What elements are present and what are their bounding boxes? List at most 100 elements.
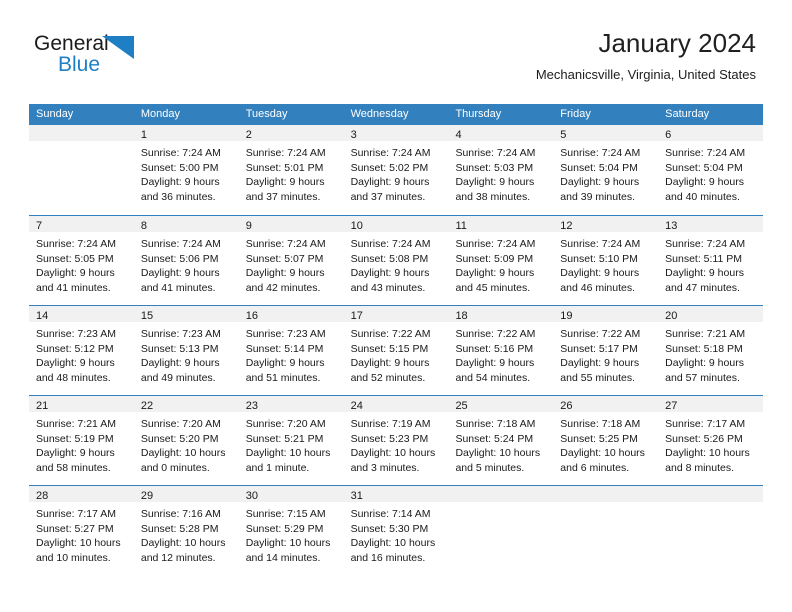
day-number-strip: 13 (658, 216, 764, 232)
day-detail-line: Sunrise: 7:24 AM (350, 147, 431, 159)
day-number-strip: 14 (29, 306, 134, 322)
day-detail-line: and 5 minutes. (455, 461, 525, 474)
day-cell-20[interactable]: 20 Sunrise: 7:21 AM Sunset: 5:18 PM Dayligh… (658, 306, 764, 395)
day-detail-line: Sunset: 5:28 PM (140, 522, 219, 535)
day-detail-line: and 42 minutes. (245, 281, 321, 294)
day-detail-line: Sunset: 5:06 PM (140, 252, 219, 265)
day-detail-line: Sunrise: 7:23 AM (245, 328, 326, 340)
day-detail-line: Sunrise: 7:16 AM (140, 508, 221, 520)
day-cell-5[interactable]: 5 Sunrise: 7:24 AM Sunset: 5:04 PM Daylight… (553, 125, 659, 215)
day-cell-28[interactable]: 28 Sunrise: 7:17 AM Sunset: 5:27 PM Dayligh… (29, 486, 134, 575)
day-cell-11[interactable]: 11 Sunrise: 7:24 AM Sunset: 5:09 PM Dayligh… (448, 216, 554, 305)
day-detail-line: and 36 minutes. (140, 190, 216, 203)
day-cell-25[interactable]: 25 Sunrise: 7:18 AM Sunset: 5:24 PM Dayligh… (448, 396, 554, 485)
day-cell-details: Sunrise: 7:21 AM Sunset: 5:19 PM Daylight:… (29, 412, 134, 475)
day-cell-4[interactable]: 4 Sunrise: 7:24 AM Sunset: 5:03 PM Daylight… (448, 125, 554, 215)
day-cell-30[interactable]: 30 Sunrise: 7:15 AM Sunset: 5:29 PM Dayligh… (238, 486, 344, 575)
day-cell-10[interactable]: 10 Sunrise: 7:24 AM Sunset: 5:08 PM Dayligh… (343, 216, 449, 305)
day-cell-7[interactable]: 7 Sunrise: 7:24 AM Sunset: 5:05 PM Daylight… (29, 216, 134, 305)
day-cell-17[interactable]: 17 Sunrise: 7:22 AM Sunset: 5:15 PM Dayligh… (343, 306, 449, 395)
day-detail-line: Sunset: 5:14 PM (245, 342, 324, 355)
day-detail-line: Sunset: 5:11 PM (665, 252, 743, 265)
day-number: 24 (350, 400, 363, 412)
day-cell-9[interactable]: 9 Sunrise: 7:24 AM Sunset: 5:07 PM Daylight… (238, 216, 344, 305)
day-number-strip: 11 (448, 216, 554, 232)
day-number: 6 (665, 129, 672, 141)
day-cell-1[interactable]: 1 Sunrise: 7:24 AM Sunset: 5:00 PM Daylight… (133, 125, 239, 215)
day-cell-27[interactable]: 27 Sunrise: 7:17 AM Sunset: 5:26 PM Dayligh… (658, 396, 764, 485)
day-detail-line: and 8 minutes. (665, 461, 735, 474)
day-cell-details: Sunrise: 7:24 AM Sunset: 5:04 PM Daylight:… (658, 141, 763, 204)
day-cell-26[interactable]: 26 Sunrise: 7:18 AM Sunset: 5:25 PM Dayligh… (553, 396, 659, 485)
day-detail-line: Daylight: 9 hours (140, 357, 220, 369)
day-cell-3[interactable]: 3 Sunrise: 7:24 AM Sunset: 5:02 PM Daylight… (343, 125, 449, 215)
day-cell-18[interactable]: 18 Sunrise: 7:22 AM Sunset: 5:16 PM Dayligh… (448, 306, 554, 395)
day-detail-line: Sunrise: 7:18 AM (560, 418, 641, 430)
title-block: January 2024 Mechanicsville, Virginia, U… (536, 28, 756, 83)
day-number-strip: 21 (29, 396, 134, 412)
day-cell-23[interactable]: 23 Sunrise: 7:20 AM Sunset: 5:21 PM Dayligh… (238, 396, 344, 485)
day-detail-line: Sunset: 5:16 PM (455, 342, 534, 355)
day-detail-line: Daylight: 10 hours (665, 447, 750, 459)
day-cell-8[interactable]: 8 Sunrise: 7:24 AM Sunset: 5:06 PM Daylight… (133, 216, 239, 305)
page-subtitle: Mechanicsville, Virginia, United States (535, 67, 756, 82)
calendar-week-row: 14 Sunrise: 7:23 AM Sunset: 5:12 PM Dayligh… (29, 305, 764, 395)
day-cell-14[interactable]: 14 Sunrise: 7:23 AM Sunset: 5:12 PM Dayligh… (29, 306, 134, 395)
day-cell-15[interactable]: 15 Sunrise: 7:23 AM Sunset: 5:13 PM Dayligh… (133, 306, 239, 395)
day-number-strip: 10 (343, 216, 449, 232)
day-detail-line: Sunset: 5:00 PM (140, 161, 219, 174)
day-detail-line: Sunset: 5:24 PM (455, 432, 534, 445)
day-detail-line: Sunrise: 7:24 AM (140, 147, 221, 159)
day-cell-24[interactable]: 24 Sunrise: 7:19 AM Sunset: 5:23 PM Dayligh… (343, 396, 449, 485)
day-cell-22[interactable]: 22 Sunrise: 7:20 AM Sunset: 5:20 PM Dayligh… (133, 396, 239, 485)
day-number-strip: 26 (553, 396, 659, 412)
day-cell-empty (448, 486, 554, 575)
day-cell-12[interactable]: 12 Sunrise: 7:24 AM Sunset: 5:10 PM Dayligh… (553, 216, 659, 305)
day-detail-line: Sunrise: 7:15 AM (245, 508, 326, 520)
day-cell-details: Sunrise: 7:22 AM Sunset: 5:15 PM Daylight:… (344, 322, 449, 385)
day-detail-line: Daylight: 9 hours (455, 176, 535, 188)
day-number-strip: 6 (658, 125, 764, 141)
day-detail-line: and 12 minutes. (140, 551, 216, 564)
day-cell-31[interactable]: 31 Sunrise: 7:14 AM Sunset: 5:30 PM Dayligh… (343, 486, 449, 575)
day-cell-16[interactable]: 16 Sunrise: 7:23 AM Sunset: 5:14 PM Dayligh… (238, 306, 344, 395)
day-cell-21[interactable]: 21 Sunrise: 7:21 AM Sunset: 5:19 PM Dayligh… (29, 396, 134, 485)
day-cell-details: Sunrise: 7:15 AM Sunset: 5:29 PM Daylight:… (239, 502, 344, 565)
day-cell-6[interactable]: 6 Sunrise: 7:24 AM Sunset: 5:04 PM Daylight… (658, 125, 764, 215)
day-cell-29[interactable]: 29 Sunrise: 7:16 AM Sunset: 5:28 PM Dayligh… (133, 486, 239, 575)
calendar-week-row: 21 Sunrise: 7:21 AM Sunset: 5:19 PM Dayligh… (29, 395, 764, 485)
calendar-page: General Blue January 2024 Mechanicsville… (0, 0, 792, 612)
day-detail-line: and 46 minutes. (560, 281, 636, 294)
day-number: 15 (140, 310, 154, 322)
day-detail-line: Sunset: 5:29 PM (245, 522, 324, 535)
day-cell-details: Sunrise: 7:19 AM Sunset: 5:23 PM Daylight:… (344, 412, 449, 475)
day-cell-19[interactable]: 19 Sunrise: 7:22 AM Sunset: 5:17 PM Dayligh… (553, 306, 659, 395)
day-number: 28 (36, 490, 49, 502)
day-detail-line: Daylight: 10 hours (455, 447, 541, 459)
day-cell-details: Sunrise: 7:24 AM Sunset: 5:11 PM Daylight:… (658, 232, 763, 295)
day-detail-line: Daylight: 10 hours (36, 537, 121, 549)
day-number-strip: 1 (133, 125, 239, 141)
day-detail-line: Daylight: 10 hours (140, 447, 226, 459)
day-detail-line: Sunrise: 7:20 AM (245, 418, 326, 430)
day-cell-2[interactable]: 2 Sunrise: 7:24 AM Sunset: 5:01 PM Daylight… (238, 125, 344, 215)
day-cell-details: Sunrise: 7:20 AM Sunset: 5:21 PM Daylight:… (239, 412, 344, 475)
day-detail-line: Sunset: 5:23 PM (350, 432, 429, 445)
day-detail-line: Daylight: 9 hours (36, 267, 115, 279)
day-number: 17 (350, 310, 363, 322)
day-detail-line: and 55 minutes. (560, 371, 636, 384)
day-cell-details: Sunrise: 7:22 AM Sunset: 5:16 PM Daylight:… (448, 322, 553, 385)
day-detail-line: and 43 minutes. (350, 281, 426, 294)
day-detail-line: Sunrise: 7:24 AM (455, 238, 536, 250)
day-number: 9 (245, 220, 252, 232)
day-number: 1 (140, 129, 147, 141)
day-detail-line: Daylight: 9 hours (350, 357, 430, 369)
day-number-strip: 2 (238, 125, 344, 141)
day-detail-line: Sunset: 5:20 PM (140, 432, 219, 445)
day-detail-line: Daylight: 9 hours (36, 357, 115, 369)
day-cell-13[interactable]: 13 Sunrise: 7:24 AM Sunset: 5:11 PM Dayligh… (658, 216, 764, 305)
day-cell-details: Sunrise: 7:17 AM Sunset: 5:27 PM Daylight:… (29, 502, 134, 565)
day-cell-details: Sunrise: 7:22 AM Sunset: 5:17 PM Daylight:… (553, 322, 658, 385)
day-number: 12 (560, 220, 573, 232)
logo-triangle-icon (102, 36, 134, 59)
